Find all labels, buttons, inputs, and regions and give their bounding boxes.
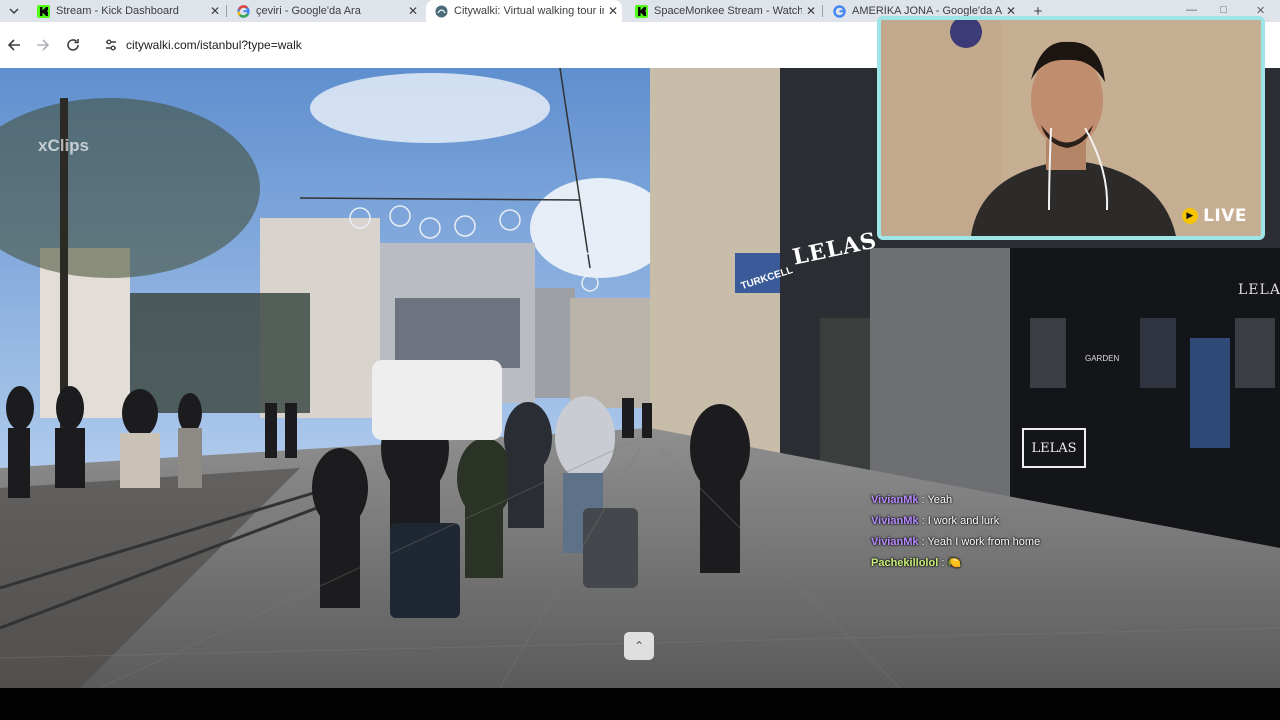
citywalki-icon	[434, 4, 448, 18]
close-tab-icon[interactable]: ✕	[802, 4, 820, 18]
reload-button[interactable]	[62, 34, 84, 56]
chat-text: I work and lurk	[927, 515, 1000, 527]
arrow-right-icon	[37, 39, 50, 51]
chat-text: 🍋	[947, 557, 962, 569]
chat-text: Yeah I work from home	[927, 536, 1041, 548]
kick-icon	[36, 4, 50, 18]
tab-spacemonkee[interactable]: SpaceMonkee Stream - Watch L ✕	[626, 0, 820, 22]
address-bar[interactable]: citywalki.com/istanbul?type=walk	[100, 32, 870, 58]
chat-message: VivianMk : Yeah I work from home	[871, 534, 1191, 555]
chat-overlay: VivianMk : Yeah VivianMk : I work and lu…	[871, 492, 1191, 576]
chat-username: VivianMk	[871, 536, 919, 548]
forward-button[interactable]	[32, 34, 54, 56]
close-tab-icon[interactable]: ✕	[206, 4, 224, 18]
kick-icon	[634, 4, 648, 18]
chat-message: Pachekillolol : 🍋	[871, 555, 1191, 576]
chat-separator: :	[921, 494, 925, 506]
google-icon	[236, 4, 250, 18]
play-icon: ▶	[1182, 208, 1199, 224]
site-settings-icon[interactable]	[100, 38, 122, 52]
close-tab-icon[interactable]: ✕	[604, 4, 622, 18]
live-badge: ▶ LIVE	[1182, 206, 1247, 226]
chevron-up-icon: ⌃	[633, 639, 645, 653]
back-button[interactable]	[3, 34, 25, 56]
tab-title: Citywalki: Virtual walking tour in	[454, 5, 604, 17]
reload-icon	[67, 39, 79, 51]
chevron-down-icon	[9, 8, 19, 15]
streamer-webcam-image	[881, 20, 1261, 236]
scroll-up-button[interactable]: ⌃	[624, 632, 654, 660]
chat-message: VivianMk : Yeah	[871, 492, 1191, 513]
tab-title: Stream - Kick Dashboard	[56, 5, 179, 17]
google-icon	[832, 4, 846, 18]
chat-message: VivianMk : I work and lurk	[871, 513, 1191, 534]
minimize-icon[interactable]: —	[1186, 4, 1197, 16]
video-watermark: xClips	[38, 136, 90, 155]
shop-sign-lelas-box: LELAS	[1022, 428, 1086, 468]
bottom-bar	[0, 688, 1280, 720]
live-label: LIVE	[1203, 206, 1247, 226]
webcam-overlay: ▶ LIVE	[877, 16, 1265, 240]
url-text: citywalki.com/istanbul?type=walk	[126, 38, 302, 52]
chat-separator: :	[921, 515, 925, 527]
chat-separator: :	[941, 557, 945, 569]
shop-sign-garden: GARDEN	[1085, 354, 1120, 363]
chat-username: VivianMk	[871, 494, 919, 506]
maximize-icon[interactable]: □	[1220, 4, 1227, 16]
tab-title: SpaceMonkee Stream - Watch L	[654, 5, 802, 17]
chat-text: Yeah	[927, 494, 953, 506]
tab-divider	[822, 5, 823, 17]
chat-username: Pachekillolol	[871, 557, 939, 569]
tab-citywalki[interactable]: Citywalki: Virtual walking tour in ✕	[426, 0, 622, 22]
close-tab-icon[interactable]: ✕	[404, 4, 422, 18]
chat-separator: :	[921, 536, 925, 548]
tab-kick-dashboard[interactable]: Stream - Kick Dashboard ✕	[28, 0, 224, 22]
arrow-left-icon	[7, 39, 20, 51]
shop-sign-lelas-small: LELAS	[1238, 282, 1280, 298]
chat-username: VivianMk	[871, 515, 919, 527]
tab-google-ceviri[interactable]: çeviri - Google'da Ara ✕	[228, 0, 422, 22]
tab-divider	[226, 5, 227, 17]
tab-search-button[interactable]	[0, 0, 28, 22]
tab-title: çeviri - Google'da Ara	[256, 5, 361, 17]
